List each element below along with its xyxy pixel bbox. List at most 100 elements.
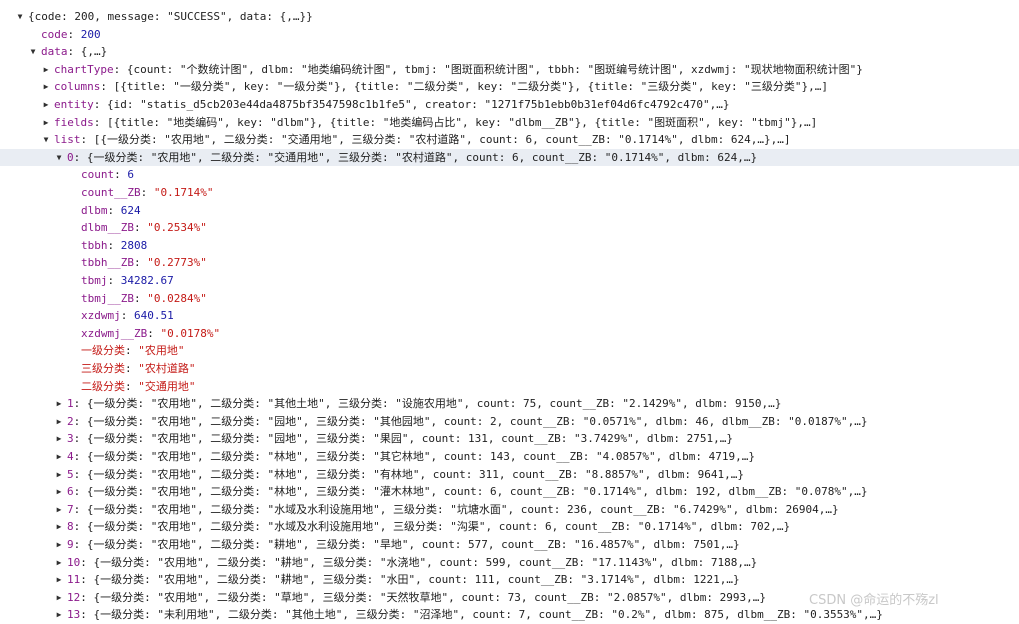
row-text: 3: {一级分类: "农用地", 二级分类: "园地", 三级分类: "果园",…: [67, 430, 733, 448]
json-value: "农村道路": [138, 362, 196, 375]
json-key: 4: [67, 450, 74, 463]
json-value: :: [120, 309, 134, 323]
row-text: dlbm__ZB: "0.2534%": [81, 219, 207, 237]
tree-row[interactable]: ▶ 2: {一级分类: "农用地", 二级分类: "园地", 三级分类: "其他园…: [0, 413, 1019, 431]
tree-row[interactable]: ▶ 9: {一级分类: "农用地", 二级分类: "耕地", 三级分类: "旱地"…: [0, 536, 1019, 554]
json-key: xzdwmj: [81, 309, 121, 323]
json-value: : {一级分类: "农用地", 二级分类: "耕地", 三级分类: "水浇地",…: [80, 555, 758, 569]
json-key: 0: [67, 150, 74, 164]
json-value: :: [67, 27, 81, 41]
tree-row[interactable]: ▶ chartType: {count: "个数统计图", dlbm: "地类编码…: [0, 61, 1019, 79]
caret-right-icon[interactable]: ▶: [54, 413, 64, 431]
json-value: : {一级分类: "农用地", 二级分类: "草地", 三级分类: "天然牧草地…: [80, 590, 766, 604]
json-key: 13: [67, 608, 81, 622]
caret-right-icon[interactable]: ▶: [54, 536, 64, 554]
json-value: :: [125, 379, 139, 393]
json-value: "0.2534%": [147, 221, 207, 235]
json-key: count: [81, 168, 115, 182]
tree-row[interactable]: ▼ data: {,…}: [0, 43, 1019, 61]
tree-row[interactable]: ▶ entity: {id: "statis_d5cb203e44da4875bf…: [0, 96, 1019, 114]
json-value: : {,…}: [67, 45, 108, 59]
row-text: 2: {一级分类: "农用地", 二级分类: "园地", 三级分类: "其他园地…: [67, 413, 868, 431]
row-text: count: 6: [81, 166, 134, 184]
tree-row: count__ZB: "0.1714%": [0, 184, 1019, 202]
tree-row[interactable]: ▶ 1: {一级分类: "农用地", 二级分类: "其他土地", 三级分类: "设…: [0, 395, 1019, 413]
row-text: 5: {一级分类: "农用地", 二级分类: "林地", 三级分类: "有林地"…: [67, 466, 744, 484]
caret-down-icon[interactable]: ▼: [28, 43, 38, 61]
caret-right-icon[interactable]: ▶: [54, 501, 64, 519]
caret-right-icon[interactable]: ▶: [41, 96, 51, 114]
caret-right-icon[interactable]: ▶: [41, 61, 51, 79]
caret-right-icon[interactable]: ▶: [54, 483, 64, 501]
json-value: 6: [127, 168, 134, 182]
row-text: 6: {一级分类: "农用地", 二级分类: "林地", 三级分类: "灌木林地…: [67, 483, 868, 501]
tree-row: xzdwmj__ZB: "0.0178%": [0, 325, 1019, 343]
tree-row: 三级分类: "农村道路": [0, 360, 1019, 378]
caret-down-icon[interactable]: ▼: [41, 131, 51, 149]
json-key: tbmj__ZB: [81, 291, 134, 305]
json-value: : {一级分类: "农用地", 二级分类: "园地", 三级分类: "果园", …: [73, 432, 733, 446]
tree-row[interactable]: ▶ 5: {一级分类: "农用地", 二级分类: "林地", 三级分类: "有林地…: [0, 466, 1019, 484]
row-text: 1: {一级分类: "农用地", 二级分类: "其他土地", 三级分类: "设施…: [67, 395, 781, 413]
tree-row: tbbh: 2808: [0, 237, 1019, 255]
row-text: code: 200: [41, 26, 101, 44]
tree-row[interactable]: ▶ 7: {一级分类: "农用地", 二级分类: "水域及水利设施用地", 三级分…: [0, 501, 1019, 519]
caret-right-icon[interactable]: ▶: [41, 114, 51, 132]
json-key: tbbh__ZB: [81, 256, 134, 270]
tree-row[interactable]: ▶ 10: {一级分类: "农用地", 二级分类: "耕地", 三级分类: "水浇…: [0, 554, 1019, 572]
json-value: :: [140, 186, 154, 199]
row-text: 10: {一级分类: "农用地", 二级分类: "耕地", 三级分类: "水浇地…: [67, 554, 757, 572]
json-key: 1: [67, 397, 74, 411]
row-text: data: {,…}: [41, 43, 107, 61]
caret-right-icon[interactable]: ▶: [54, 554, 64, 572]
caret-right-icon[interactable]: ▶: [54, 448, 64, 466]
row-text: entity: {id: "statis_d5cb203e44da4875bf3…: [54, 96, 730, 114]
tree-row[interactable]: ▶ 8: {一级分类: "农用地", 二级分类: "水域及水利设施用地", 三级分…: [0, 518, 1019, 536]
json-key: 12: [67, 590, 81, 604]
tree-row[interactable]: ▼ list: [{一级分类: "农用地", 二级分类: "交通用地", 三级分类…: [0, 131, 1019, 149]
caret-right-icon[interactable]: ▶: [41, 78, 51, 96]
row-text: tbbh: 2808: [81, 237, 147, 255]
tree-row[interactable]: ▶ 11: {一级分类: "农用地", 二级分类: "耕地", 三级分类: "水田…: [0, 571, 1019, 589]
caret-right-icon[interactable]: ▶: [54, 430, 64, 448]
caret-right-icon[interactable]: ▶: [54, 395, 64, 413]
json-key: 2: [67, 414, 74, 428]
caret-down-icon[interactable]: ▼: [54, 149, 64, 167]
json-value: "0.0284%": [147, 291, 207, 305]
json-value: : [{title: "一级分类", key: "一级分类"}, {title:…: [100, 80, 828, 94]
tree-row[interactable]: ▼ 0: {一级分类: "农用地", 二级分类: "交通用地", 三级分类: "农…: [0, 148, 1019, 167]
caret-right-icon[interactable]: ▶: [54, 518, 64, 536]
watermark: CSDN @命运的不殇zl: [809, 593, 939, 608]
tree-row[interactable]: ▶ 4: {一级分类: "农用地", 二级分类: "林地", 三级分类: "其它林…: [0, 448, 1019, 466]
json-key: 10: [67, 555, 81, 569]
json-key: list: [54, 133, 81, 147]
json-key: 5: [67, 467, 74, 481]
json-value: : {一级分类: "农用地", 二级分类: "交通用地", 三级分类: "农村道…: [73, 150, 758, 164]
row-text: chartType: {count: "个数统计图", dlbm: "地类编码统…: [54, 61, 863, 79]
caret-right-icon[interactable]: ▶: [54, 466, 64, 484]
json-key: 6: [67, 485, 74, 499]
row-text: 7: {一级分类: "农用地", 二级分类: "水域及水利设施用地", 三级分类…: [67, 501, 839, 519]
caret-down-icon[interactable]: ▼: [15, 8, 25, 26]
json-value: :: [107, 238, 121, 252]
tree-row[interactable]: ▶ columns: [{title: "一级分类", key: "一级分类"},…: [0, 78, 1019, 96]
tree-row[interactable]: ▶ 6: {一级分类: "农用地", 二级分类: "林地", 三级分类: "灌木林…: [0, 483, 1019, 501]
row-text: dlbm: 624: [81, 202, 141, 220]
row-text: 12: {一级分类: "农用地", 二级分类: "草地", 三级分类: "天然牧…: [67, 589, 766, 607]
json-value: "0.2773%": [147, 256, 207, 270]
caret-right-icon[interactable]: ▶: [54, 606, 64, 624]
json-value: :: [107, 274, 121, 287]
tree-row: tbbh__ZB: "0.2773%": [0, 254, 1019, 272]
json-key: chartType: [54, 62, 114, 76]
row-text: {code: 200, message: "SUCCESS", data: {,…: [28, 8, 313, 26]
json-value: : {一级分类: "农用地", 二级分类: "园地", 三级分类: "其他园地"…: [73, 414, 868, 428]
row-text: xzdwmj__ZB: "0.0178%": [81, 325, 220, 343]
caret-right-icon[interactable]: ▶: [54, 589, 64, 607]
json-key: count__ZB: [81, 186, 141, 199]
row-text: columns: [{title: "一级分类", key: "一级分类"}, …: [54, 78, 828, 96]
tree-row[interactable]: ▼ {code: 200, message: "SUCCESS", data: {…: [0, 8, 1019, 26]
caret-right-icon[interactable]: ▶: [54, 571, 64, 589]
tree-row[interactable]: ▶ 3: {一级分类: "农用地", 二级分类: "园地", 三级分类: "果园"…: [0, 430, 1019, 448]
tree-row: 二级分类: "交通用地": [0, 378, 1019, 396]
tree-row[interactable]: ▶ fields: [{title: "地类编码", key: "dlbm"}, …: [0, 114, 1019, 132]
